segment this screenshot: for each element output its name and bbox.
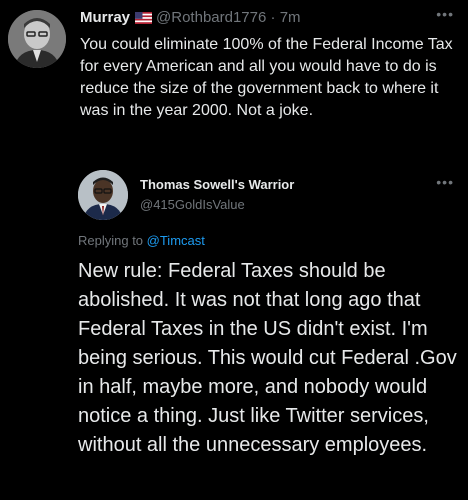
more-dots-icon[interactable]: ••• [436,174,454,190]
avatar-photo-icon [8,10,66,68]
separator-dot: · [270,9,276,26]
avatar[interactable] [78,170,128,220]
us-flag-icon [135,10,153,30]
tweet-text: You could eliminate 100% of the Federal … [80,36,453,119]
author-handle[interactable]: @415GoldIsValue [140,197,245,212]
more-dots-icon[interactable]: ••• [436,6,454,22]
quoted-tweet[interactable]: Thomas Sowell's Warrior @415GoldIsValue … [0,160,468,500]
timestamp[interactable]: 7m [280,9,301,26]
avatar[interactable] [8,10,66,68]
tweet[interactable]: Murray @Rothbard1776 · 7m ••• You could … [0,0,468,160]
author-name[interactable]: Thomas Sowell's Warrior [140,177,294,192]
author-handle[interactable]: @Rothbard1776 [156,9,266,26]
replying-mention-link[interactable]: @Timcast [147,233,205,248]
tweet-header: Murray @Rothbard1776 · 7m [80,8,301,30]
quoted-tweet-text: New rule: Federal Taxes should be abolis… [78,260,457,456]
author-name[interactable]: Murray [80,9,130,26]
replying-to: Replying to @Timcast [78,233,205,248]
avatar-photo-icon [78,170,128,220]
replying-prefix: Replying to [78,233,147,248]
